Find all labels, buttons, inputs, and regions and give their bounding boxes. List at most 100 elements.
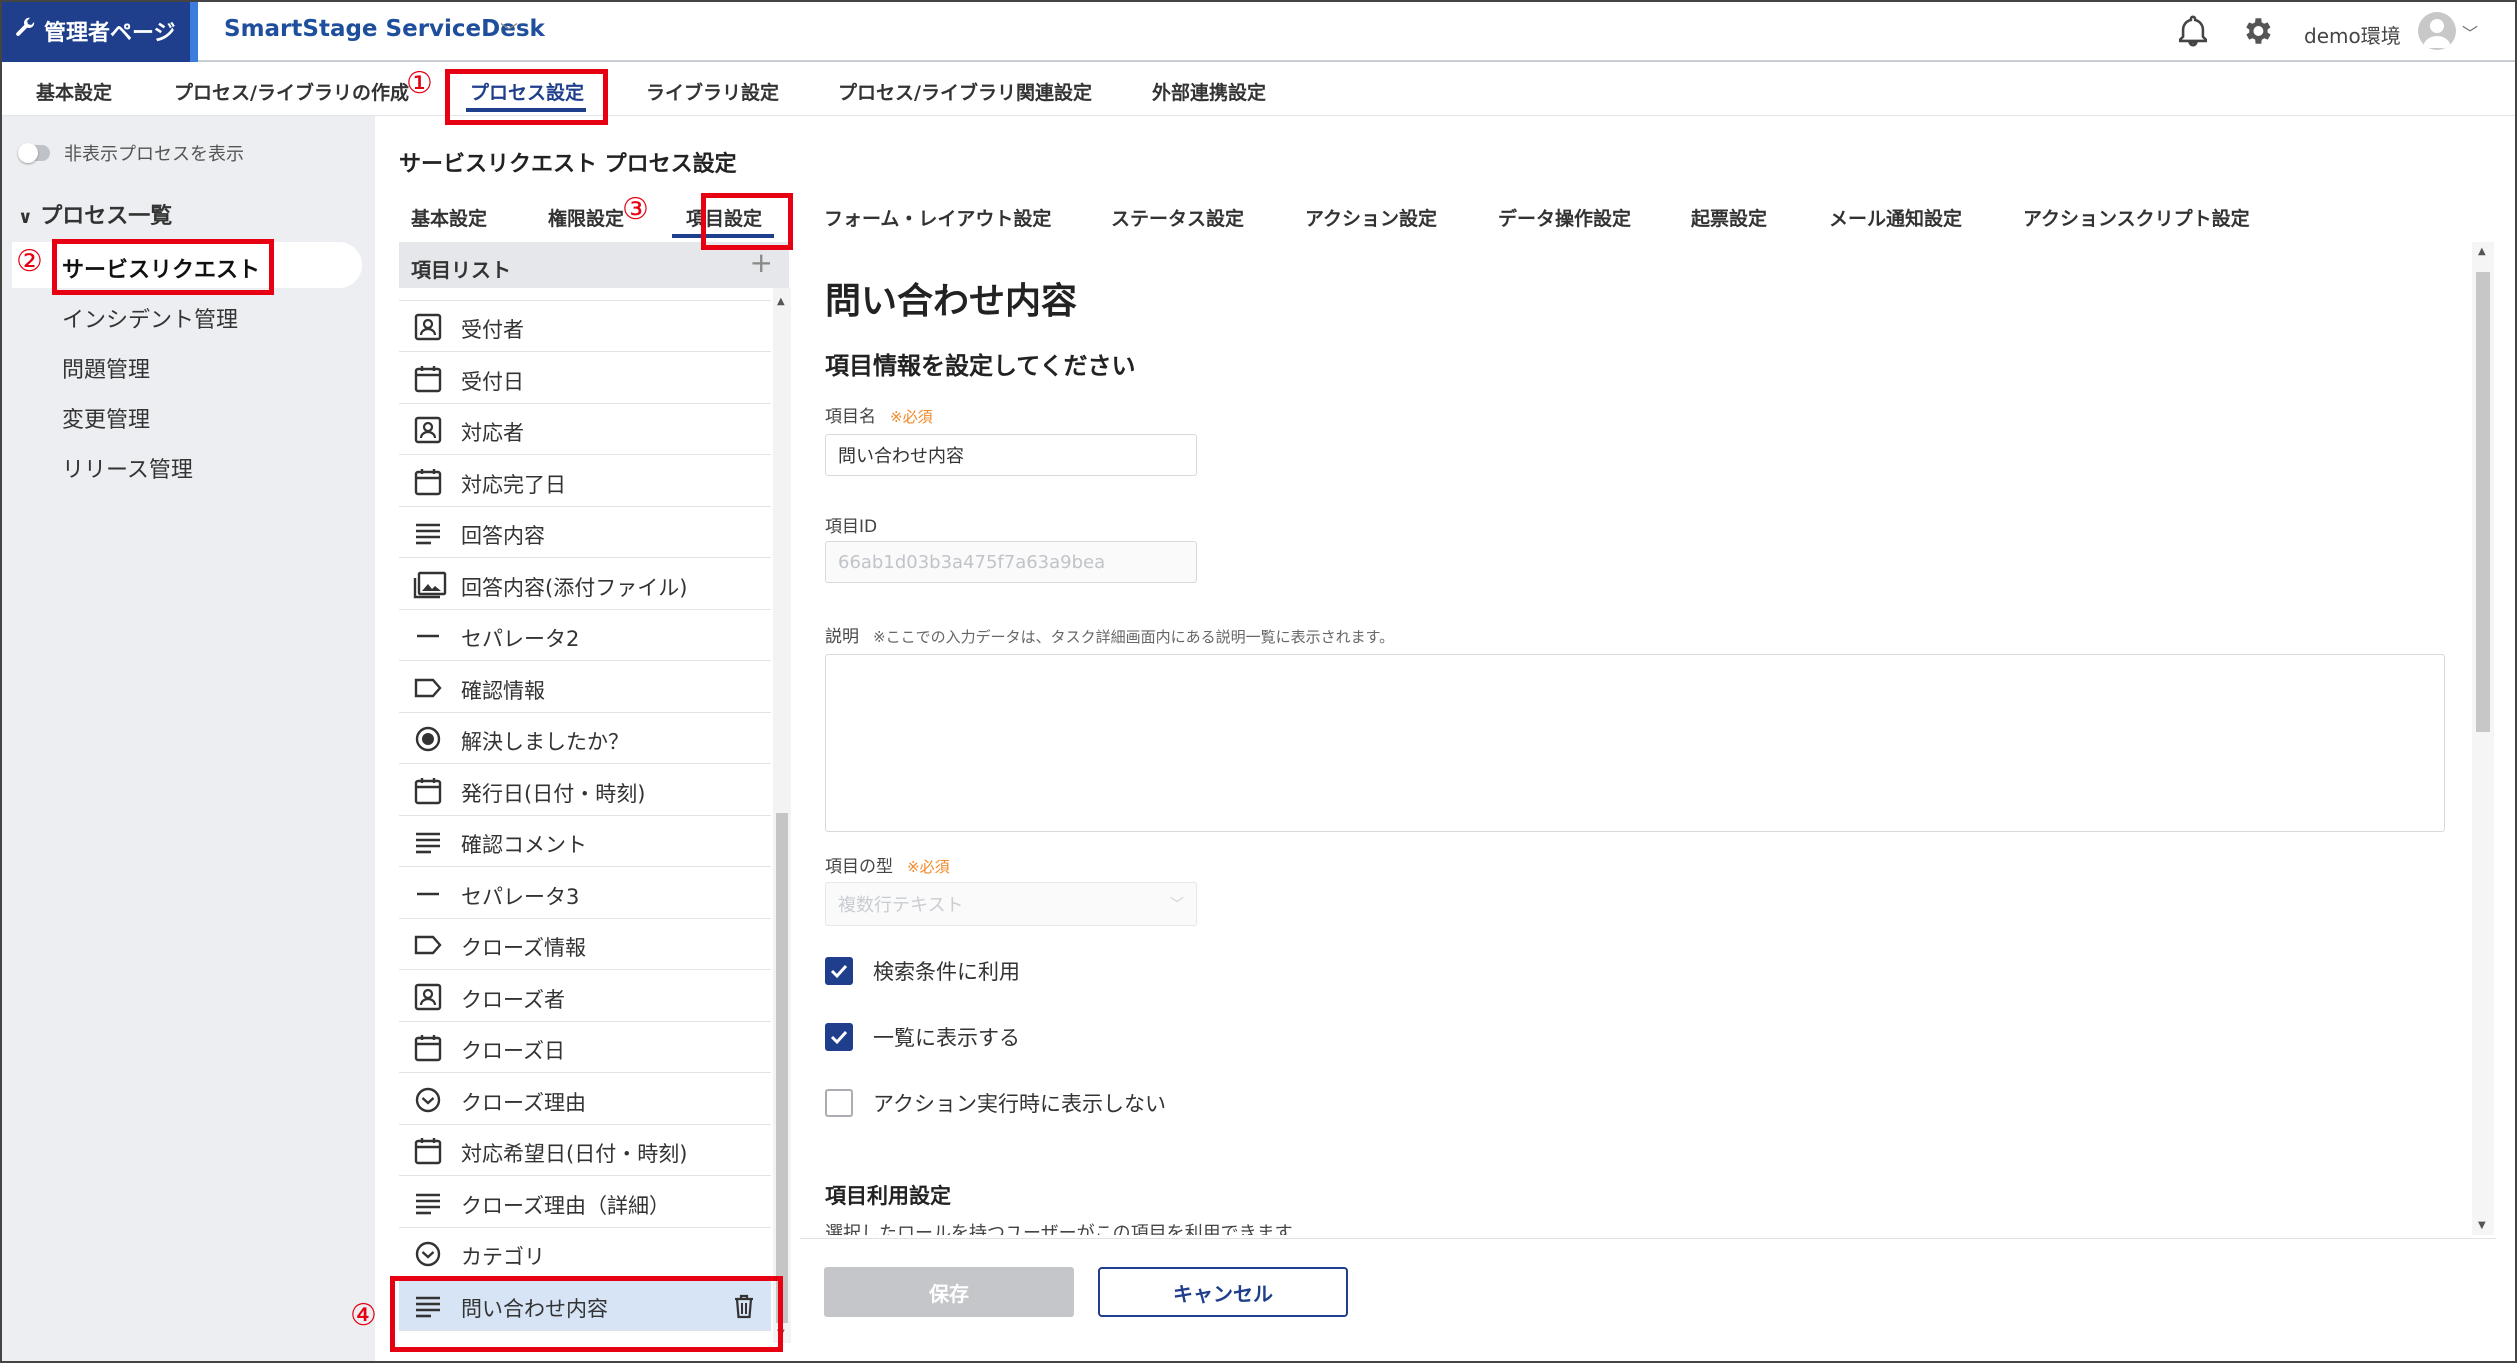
list-item[interactable]: 対応完了日: [399, 455, 771, 507]
item-name-field[interactable]: 問い合わせ内容: [825, 434, 1197, 476]
environment-label[interactable]: demo環境: [2304, 20, 2401, 49]
chevron-down-icon[interactable]: ﹀: [2462, 20, 2478, 44]
list-item-label: セパレータ2: [461, 627, 580, 651]
item-list-scrollbar[interactable]: ▲ ▼: [773, 288, 791, 1343]
list-item-label: カテゴリ: [461, 1245, 545, 1269]
scrollbar-thumb[interactable]: [776, 813, 788, 1323]
user-avatar-icon[interactable]: [2418, 12, 2456, 50]
description-label: 説明 ※ここでの入力データは、タスク詳細画面内にある説明一覧に表示されます。: [825, 627, 1395, 647]
form-footer: 保存 キャンセル: [800, 1238, 2496, 1343]
list-item-label: 対応希望日(日付・時刻): [461, 1142, 688, 1166]
subtab-permissions[interactable]: 権限設定: [548, 204, 624, 231]
list-item[interactable]: クローズ情報: [399, 919, 771, 970]
tab-create-process-library[interactable]: プロセス/ライブラリの作成: [174, 78, 409, 105]
checkbox-label: アクション実行時に表示しない: [873, 1092, 1166, 1116]
item-id-field: 66ab1d03b3a475f7a63a9bea: [825, 541, 1197, 583]
list-item[interactable]: 確認コメント: [399, 816, 771, 867]
list-item[interactable]: クローズ日: [399, 1022, 771, 1073]
list-item[interactable]: セパレータ2: [399, 610, 771, 661]
scroll-up-icon[interactable]: ▲: [2478, 246, 2486, 257]
subtab-action-script[interactable]: アクションスクリプト設定: [2023, 204, 2250, 231]
form-title: 問い合わせ内容: [825, 281, 1078, 322]
list-item-label: 対応完了日: [461, 472, 566, 497]
list-item[interactable]: 回答内容(添付ファイル): [399, 558, 771, 610]
sidebar-item-change[interactable]: 変更管理: [62, 402, 150, 434]
app-name[interactable]: SmartStage ServiceDesk: [224, 16, 545, 42]
list-item[interactable]: 発行日(日付・時刻): [399, 764, 771, 816]
list-item[interactable]: 受付日: [399, 352, 771, 404]
annotation-number-1: ①: [406, 66, 433, 101]
list-item[interactable]: 対応者: [399, 404, 771, 455]
sidebar-item-release[interactable]: リリース管理: [62, 452, 193, 484]
subtab-ticket-creation[interactable]: 起票設定: [1691, 204, 1767, 231]
radio-icon: [413, 724, 443, 754]
scroll-up-icon[interactable]: ▲: [777, 296, 785, 307]
person-icon: [413, 312, 443, 342]
annotation-box-3: [701, 193, 793, 250]
show-hidden-process-toggle[interactable]: 非表示プロセスを表示: [18, 140, 244, 166]
form-scrollbar[interactable]: ▲ ▼: [2472, 242, 2494, 1235]
item-name-label: 項目名 ※必須: [825, 407, 933, 427]
annotation-box-4: [390, 1276, 783, 1352]
list-item-label: セパレータ3: [461, 884, 580, 909]
scrollbar-thumb[interactable]: [2476, 272, 2490, 732]
subtab-basic[interactable]: 基本設定: [411, 204, 487, 231]
list-item[interactable]: クローズ理由（詳細）: [399, 1176, 771, 1228]
search-condition-checkbox-row[interactable]: 検索条件に利用: [825, 956, 1020, 986]
checkbox-checked[interactable]: [825, 1023, 853, 1051]
show-in-list-checkbox-row[interactable]: 一覧に表示する: [825, 1022, 1020, 1052]
sidebar-item-incident[interactable]: インシデント管理: [62, 302, 238, 334]
list-item-label: 受付者: [461, 318, 524, 342]
save-button[interactable]: 保存: [824, 1267, 1074, 1317]
checkbox-unchecked[interactable]: [825, 1089, 853, 1117]
description-textarea[interactable]: [825, 654, 2445, 832]
toggle-switch[interactable]: [18, 143, 50, 163]
sidebar-item-problem[interactable]: 問題管理: [62, 352, 150, 384]
list-item-partial[interactable]: [399, 288, 771, 301]
list-item-label: 対応者: [461, 421, 524, 445]
chevron-down-icon[interactable]: ﹀: [500, 18, 518, 44]
wrench-icon: [14, 17, 36, 45]
list-item[interactable]: 解決しましたか？: [399, 713, 771, 764]
list-item[interactable]: 受付者: [399, 301, 771, 352]
list-item[interactable]: 対応希望日(日付・時刻): [399, 1125, 771, 1176]
item-list: 受付者受付日対応者対応完了日回答内容 回答内容(添付ファイル) セパレータ2 確認情報…: [399, 288, 771, 1343]
tab-basic-settings[interactable]: 基本設定: [36, 78, 112, 105]
tab-process-library-relations[interactable]: プロセス/ライブラリ関連設定: [838, 78, 1092, 105]
calendar-icon: [413, 776, 443, 806]
annotation-number-4: ④: [350, 1298, 377, 1333]
subtab-mail-notification[interactable]: メール通知設定: [1829, 204, 1962, 231]
tab-library-settings[interactable]: ライブラリ設定: [646, 78, 779, 105]
list-item-label: クローズ者: [461, 987, 565, 1012]
tab-external-integration[interactable]: 外部連携設定: [1152, 78, 1266, 105]
chevron-down-icon: ﹀: [1170, 897, 1184, 913]
bell-icon[interactable]: [2176, 14, 2210, 48]
subtab-status[interactable]: ステータス設定: [1111, 204, 1244, 231]
subtab-form-layout[interactable]: フォーム・レイアウト設定: [824, 204, 1051, 231]
annotation-box-2: [52, 239, 274, 295]
page-title: サービスリクエスト プロセス設定: [399, 152, 737, 177]
list-item[interactable]: クローズ理由: [399, 1073, 771, 1125]
subtab-data-operations[interactable]: データ操作設定: [1498, 204, 1631, 231]
hide-on-action-checkbox-row[interactable]: アクション実行時に表示しない: [825, 1088, 1166, 1118]
checkbox-label: 検索条件に利用: [873, 960, 1020, 984]
list-item[interactable]: 確認情報: [399, 661, 771, 713]
list-item[interactable]: クローズ者: [399, 970, 771, 1022]
required-mark: ※必須: [890, 408, 933, 426]
tag-label-icon: [413, 930, 443, 960]
cancel-button[interactable]: キャンセル: [1098, 1267, 1348, 1317]
process-list-heading[interactable]: ∨ プロセス一覧: [18, 198, 172, 230]
person-icon: [413, 982, 443, 1012]
checkbox-checked[interactable]: [825, 957, 853, 985]
item-id-label: 項目ID: [825, 517, 878, 537]
subtab-actions[interactable]: アクション設定: [1305, 204, 1437, 231]
add-item-icon[interactable]: +: [750, 246, 773, 279]
list-item[interactable]: カテゴリ: [399, 1228, 771, 1279]
list-item[interactable]: セパレータ3: [399, 867, 771, 919]
gear-icon[interactable]: [2240, 14, 2274, 48]
list-item[interactable]: 回答内容: [399, 507, 771, 558]
admin-page-badge[interactable]: 管理者ページ: [0, 0, 190, 62]
scroll-down-icon[interactable]: ▼: [2478, 1220, 2486, 1231]
dropdown-circle-icon: [413, 1239, 443, 1269]
text-lines-icon: [413, 827, 443, 857]
